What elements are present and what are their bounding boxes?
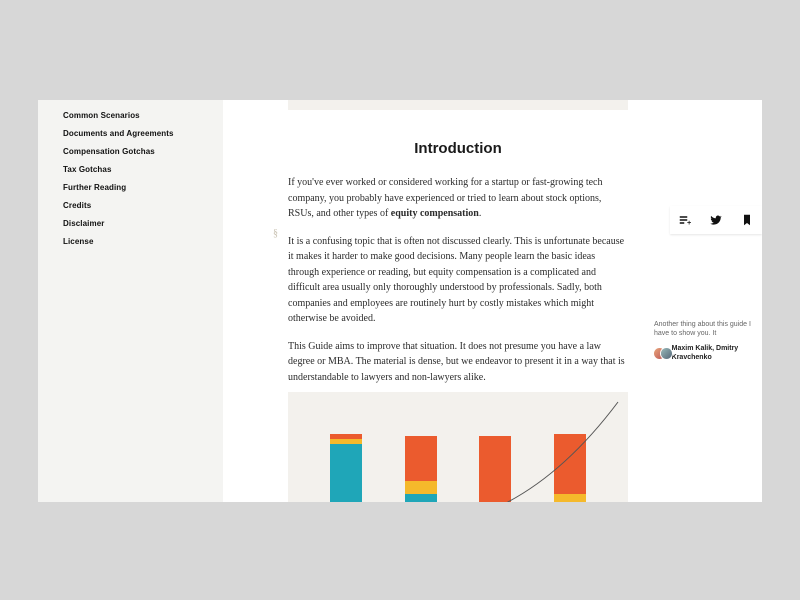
bookmark-icon[interactable]	[740, 213, 754, 227]
sidebar-item[interactable]: Compensation Gotchas	[63, 142, 223, 160]
sidebar-item[interactable]: Disclaimer	[63, 214, 223, 232]
section-marker[interactable]: §	[273, 228, 278, 239]
avatar-stack	[654, 348, 668, 359]
sidebar-item[interactable]: Credits	[63, 196, 223, 214]
paragraph: If you've ever worked or considered work…	[288, 175, 628, 222]
sidebar-item[interactable]: Further Reading	[63, 178, 223, 196]
sidebar: Common Scenarios Documents and Agreement…	[38, 100, 223, 502]
twitter-icon[interactable]	[709, 213, 723, 227]
text: .	[479, 208, 482, 219]
app-window: Common Scenarios Documents and Agreement…	[38, 100, 762, 502]
comment-text: Another thing about this guide I have to…	[654, 320, 754, 339]
sidebar-item[interactable]: Common Scenarios	[63, 106, 223, 124]
sidebar-item[interactable]: Documents and Agreements	[63, 124, 223, 142]
action-bar	[670, 206, 762, 234]
sidebar-item[interactable]: License	[63, 232, 223, 250]
paragraph: This Guide aims to improve that situatio…	[288, 339, 628, 386]
comment-authors: Maxim Kalik, Dmitry Kravchenko	[654, 344, 754, 363]
text-bold: equity compensation	[391, 208, 479, 219]
author-names: Maxim Kalik, Dmitry Kravchenko	[672, 344, 754, 363]
article-title: Introduction	[288, 140, 628, 157]
paragraph: It is a confusing topic that is often no…	[288, 234, 628, 327]
highlight-icon[interactable]	[678, 213, 692, 227]
margin-comment[interactable]: Another thing about this guide I have to…	[654, 320, 754, 363]
avatar	[661, 348, 672, 359]
main: § Introduction If you've ever worked or …	[223, 100, 762, 502]
chart-curve	[288, 392, 628, 502]
chart	[288, 392, 628, 502]
article: Introduction If you've ever worked or co…	[288, 100, 628, 397]
sidebar-item[interactable]: Tax Gotchas	[63, 160, 223, 178]
